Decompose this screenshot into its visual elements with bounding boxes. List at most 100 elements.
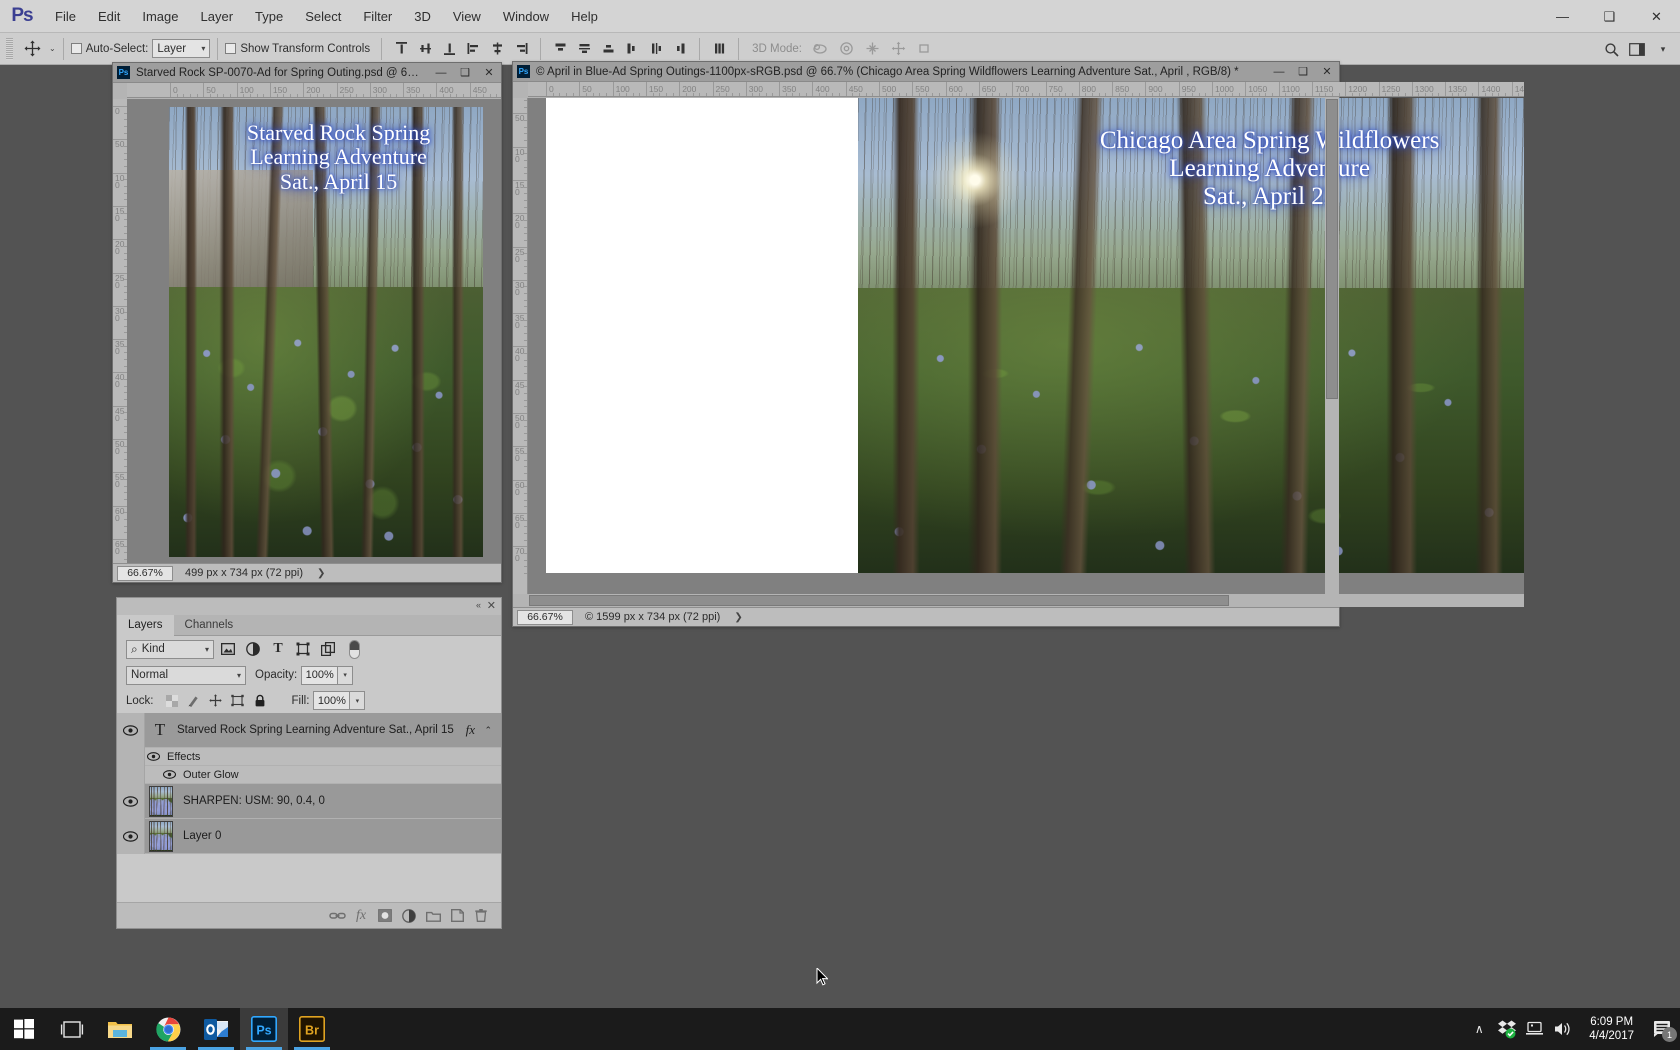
menu-type[interactable]: Type	[244, 0, 294, 33]
doc2-close-button[interactable]: ✕	[1315, 62, 1339, 81]
lock-position-icon[interactable]	[206, 691, 226, 711]
menu-window[interactable]: Window	[492, 0, 560, 33]
show-transform-controls-checkbox[interactable]	[225, 43, 237, 54]
windows-start-icon[interactable]	[0, 1008, 48, 1050]
effects-visibility-toggle[interactable]	[145, 752, 161, 761]
google-chrome-icon[interactable]	[144, 1008, 192, 1050]
layer-row[interactable]: Layer 0	[117, 818, 501, 854]
document-2-title-bar[interactable]: Ps © April in Blue-Ad Spring Outings-110…	[513, 62, 1339, 82]
dropbox-sync-icon[interactable]	[1493, 1008, 1521, 1050]
scrollbar-thumb[interactable]	[529, 595, 1229, 606]
lock-all-icon[interactable]	[250, 691, 270, 711]
menu-image[interactable]: Image	[131, 0, 189, 33]
doc1-maximize-button[interactable]: ❑	[453, 63, 477, 82]
move-tool-icon[interactable]	[19, 37, 45, 61]
layer-effect-item[interactable]: Outer Glow	[117, 765, 501, 784]
document-1-canvas[interactable]: Starved Rock Spring Learning Adventure S…	[127, 99, 501, 565]
pan-3d-object-icon[interactable]	[860, 37, 886, 61]
opacity-stepper[interactable]: ▾	[338, 665, 354, 685]
layer-name[interactable]: SHARPEN: USM: 90, 0.4, 0	[183, 795, 325, 807]
action-center-icon[interactable]: 1	[1646, 1008, 1680, 1050]
document-2-canvas[interactable]: Chicago Area Spring Wildflowers Learning…	[528, 98, 1524, 594]
align-left-edges-icon[interactable]	[461, 38, 485, 60]
layer-effects-badge[interactable]: fx	[466, 722, 475, 738]
lock-image-pixels-icon[interactable]	[184, 691, 204, 711]
collapse-panel-icon[interactable]: «	[476, 600, 481, 610]
distribute-top-edges-icon[interactable]	[548, 38, 572, 60]
close-panel-icon[interactable]: ✕	[487, 599, 496, 612]
fill-stepper[interactable]: ▾	[350, 691, 366, 710]
align-top-edges-icon[interactable]	[389, 38, 413, 60]
layer-visibility-toggle[interactable]	[117, 818, 145, 854]
layer-effects-chevron-icon[interactable]: ⌃	[484, 725, 492, 736]
lock-artboard-nesting-icon[interactable]	[228, 691, 248, 711]
document-1-zoom-field[interactable]: 66.67%	[117, 565, 173, 581]
search-icon[interactable]	[1598, 37, 1624, 61]
outer-glow-visibility-toggle[interactable]	[161, 770, 177, 779]
layer-filter-kind-select[interactable]: ⌕ Kind ▾	[126, 639, 214, 659]
opacity-input[interactable]: 100%	[301, 665, 339, 685]
roll-3d-object-icon[interactable]	[834, 37, 860, 61]
filter-smart-object-icon[interactable]	[317, 639, 339, 659]
photoshop-icon[interactable]: Ps	[240, 1008, 288, 1050]
slide-3d-object-icon[interactable]	[886, 37, 912, 61]
doc2-minimize-button[interactable]: —	[1267, 62, 1291, 81]
document-2-zoom-field[interactable]: 66.67%	[517, 609, 573, 625]
layers-panel[interactable]: « ✕ Layers Channels ⌕ Kind ▾ T Normal ▾ …	[116, 597, 502, 929]
app-maximize-button[interactable]: ❑	[1586, 0, 1633, 33]
auto-select-checkbox[interactable]	[70, 43, 82, 54]
menu-select[interactable]: Select	[294, 0, 352, 33]
document-1-status-chevron-icon[interactable]: ❯	[317, 568, 325, 579]
app-minimize-button[interactable]: —	[1539, 0, 1586, 33]
layer-name[interactable]: Layer 0	[183, 830, 221, 842]
document-window-2[interactable]: Ps © April in Blue-Ad Spring Outings-110…	[512, 61, 1524, 627]
lock-transparent-pixels-icon[interactable]	[162, 691, 182, 711]
outlook-icon[interactable]	[192, 1008, 240, 1050]
menu-view[interactable]: View	[442, 0, 492, 33]
rotate-3d-object-icon[interactable]	[808, 37, 834, 61]
new-layer-icon[interactable]	[445, 904, 469, 928]
doc1-close-button[interactable]: ✕	[477, 63, 501, 82]
filter-shape-layers-icon[interactable]	[292, 639, 314, 659]
add-layer-mask-icon[interactable]	[373, 904, 397, 928]
bridge-icon[interactable]: Br	[288, 1008, 336, 1050]
fill-input[interactable]: 100%	[313, 691, 351, 710]
workspace-switcher-icon[interactable]	[1624, 37, 1650, 61]
layer-visibility-toggle[interactable]	[117, 783, 145, 819]
document-1-vertical-ruler[interactable]: 0501001502002503003504004505005506006507…	[113, 99, 128, 565]
align-right-edges-icon[interactable]	[509, 38, 533, 60]
align-bottom-edges-icon[interactable]	[437, 38, 461, 60]
filter-type-layers-icon[interactable]: T	[267, 639, 289, 659]
distribute-bottom-edges-icon[interactable]	[596, 38, 620, 60]
layer-row[interactable]: SHARPEN: USM: 90, 0.4, 0	[117, 783, 501, 819]
filter-adjustment-layers-icon[interactable]	[242, 639, 264, 659]
task-view-icon[interactable]	[48, 1008, 96, 1050]
menu-3d[interactable]: 3D	[403, 0, 442, 33]
add-layer-style-icon[interactable]: fx	[349, 904, 373, 928]
auto-align-layers-icon[interactable]	[707, 38, 731, 60]
align-horizontal-centers-icon[interactable]	[485, 38, 509, 60]
options-bar-grip[interactable]	[6, 37, 13, 60]
document-2-vertical-ruler[interactable]: 0501001502002503003504004505005506006507…	[513, 98, 528, 594]
layer-effects-group[interactable]: Effects	[117, 747, 501, 766]
menu-file[interactable]: File	[44, 0, 87, 33]
clock[interactable]: 6:09 PM 4/4/2017	[1577, 1015, 1646, 1043]
menu-layer[interactable]: Layer	[190, 0, 245, 33]
menu-filter[interactable]: Filter	[352, 0, 403, 33]
tool-preset-chevron-icon[interactable]: ⌄	[49, 44, 56, 53]
scale-3d-object-icon[interactable]	[912, 37, 938, 61]
document-2-status-chevron-icon[interactable]: ❯	[734, 612, 742, 623]
blend-mode-select[interactable]: Normal ▾	[126, 665, 246, 685]
new-group-icon[interactable]	[421, 904, 445, 928]
layer-thumbnail[interactable]	[149, 785, 173, 817]
network-icon[interactable]	[1521, 1008, 1549, 1050]
volume-icon[interactable]	[1549, 1008, 1577, 1050]
layer-row[interactable]: T Starved Rock Spring Learning Adventure…	[117, 712, 501, 748]
layer-name[interactable]: Starved Rock Spring Learning Adventure S…	[177, 724, 454, 736]
scrollbar-thumb[interactable]	[1326, 99, 1338, 399]
document-window-1[interactable]: Ps Starved Rock SP-0070-Ad for Spring Ou…	[112, 62, 502, 583]
tab-layers[interactable]: Layers	[117, 615, 174, 636]
filter-pixel-layers-icon[interactable]	[217, 639, 239, 659]
document-2-vertical-scrollbar[interactable]	[1325, 98, 1339, 594]
auto-select-scope-select[interactable]: Layer ▾	[152, 39, 211, 58]
